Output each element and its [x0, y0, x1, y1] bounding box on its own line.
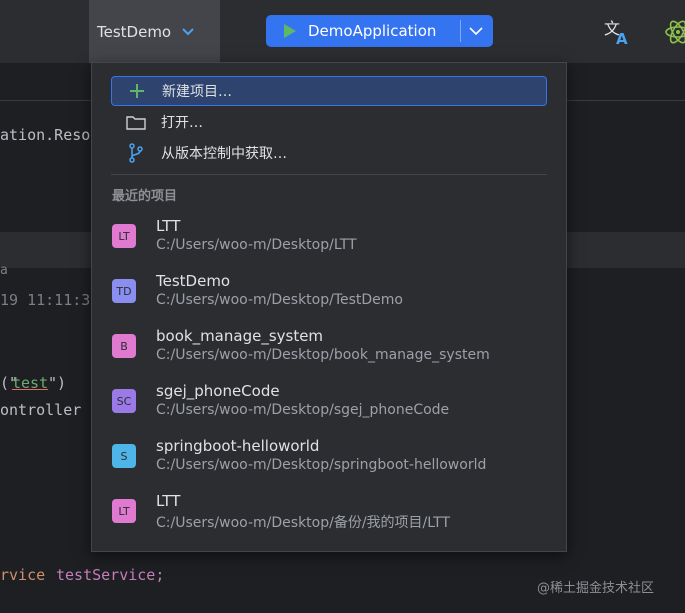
recent-project-item[interactable]: SC sgej_phoneCode C:/Users/woo-m/Desktop/s… [106, 376, 556, 426]
code-token: 19 11:11:3 [0, 291, 91, 309]
recent-project-name: springboot-helloworld [156, 437, 320, 455]
watermark: @稀土掘金技术社区 [537, 581, 655, 596]
project-switcher[interactable]: TestDemo [89, 0, 220, 63]
open-project-item[interactable]: 打开… [111, 107, 547, 137]
project-name: TestDemo [97, 22, 172, 41]
code-token: a [0, 263, 8, 278]
plus-icon [126, 80, 148, 102]
run-config-label: DemoApplication [308, 22, 437, 40]
recent-project-name: book_manage_system [156, 327, 324, 345]
recent-projects-heading: 最近的项目 [112, 189, 178, 204]
project-badge-icon: SC [112, 389, 136, 413]
vcs-branch-icon [125, 142, 147, 164]
code-string-token: test [12, 374, 49, 392]
title-bar: TestDemo DemoApplication 文 A [0, 0, 685, 64]
recent-project-path: C:/Users/woo-m/Desktop/sgej_phoneCode [156, 402, 450, 418]
chevron-down-icon[interactable] [466, 23, 486, 39]
code-keyword-token: rvice [0, 566, 46, 584]
project-badge-icon: LT [112, 499, 136, 523]
recent-project-name: LTT [156, 217, 181, 235]
menu-divider [111, 174, 547, 175]
code-token: ontroller [0, 401, 82, 419]
recent-project-path: C:/Users/woo-m/Desktop/LTT [156, 237, 357, 253]
code-token: ation.Reso [0, 126, 91, 144]
run-config-separator [460, 20, 461, 42]
atom-icon[interactable] [664, 18, 685, 46]
recent-project-item[interactable]: TD TestDemo C:/Users/woo-m/Desktop/TestDem… [106, 266, 556, 316]
recent-project-item[interactable]: Sspringboot-helloworld C:/Users/woo-m/Des… [106, 431, 556, 481]
recent-project-path: C:/Users/woo-m/Desktop/备份/我的项目/LTT [156, 515, 450, 531]
recent-project-path: C:/Users/woo-m/Desktop/springboot-hellow… [156, 457, 487, 473]
project-badge-icon: LT [112, 224, 136, 248]
code-token: ") [48, 374, 67, 392]
open-project-label: 打开… [161, 115, 203, 131]
project-badge-icon: B [112, 334, 136, 358]
recent-project-name: sgej_phoneCode [156, 382, 280, 400]
svg-text:A: A [616, 30, 628, 46]
recent-project-item[interactable]: LT LTT C:/Users/woo-m/Desktop/备份/我的项目/LTT [106, 486, 556, 536]
recent-project-path: C:/Users/woo-m/Desktop/book_manage_syste… [156, 347, 490, 363]
recent-project-item[interactable]: Bbook_manage_system C:/Users/woo-m/Deskto… [106, 321, 556, 371]
get-from-vcs-item[interactable]: 从版本控制中获取… [111, 138, 547, 168]
translate-icon[interactable]: 文 A [603, 18, 631, 46]
folder-icon [125, 111, 147, 133]
new-project-item[interactable]: 新建项目… [111, 76, 547, 106]
recent-project-name: TestDemo [156, 272, 231, 290]
code-field-token: testService; [56, 566, 165, 584]
project-badge-icon: S [112, 444, 136, 468]
new-project-label: 新建项目… [162, 84, 232, 100]
recent-project-path: C:/Users/woo-m/Desktop/TestDemo [156, 292, 403, 308]
run-configuration-selector[interactable]: DemoApplication [266, 15, 493, 47]
project-badge-icon: TD [112, 279, 136, 303]
recent-project-item[interactable]: LT LTT C:/Users/woo-m/Desktop/LTT [106, 211, 556, 261]
get-from-vcs-label: 从版本控制中获取… [161, 146, 287, 162]
recent-project-name: LTT [156, 492, 181, 510]
chevron-down-icon [182, 27, 194, 35]
run-play-icon [284, 24, 296, 38]
project-popup-menu: 新建项目… 打开… 从版本控制中获取… 最近的项目 LT LTT C:/Users/… [91, 62, 567, 552]
